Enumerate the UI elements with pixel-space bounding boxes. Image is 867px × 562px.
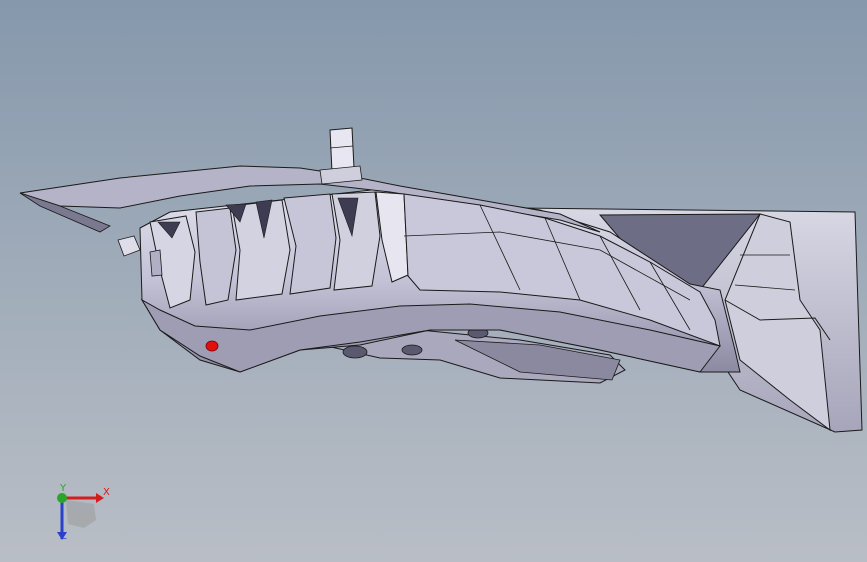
marker-point	[205, 340, 219, 352]
graphics-viewport[interactable]: X Y Z	[0, 0, 867, 562]
y-axis-label: Y	[60, 483, 67, 494]
main-body	[19, 127, 741, 373]
x-axis-label: X	[103, 487, 110, 498]
coordinate-triad-icon: X Y Z	[44, 480, 116, 550]
part-model[interactable]	[0, 0, 867, 562]
z-axis-label: Z	[60, 531, 67, 542]
